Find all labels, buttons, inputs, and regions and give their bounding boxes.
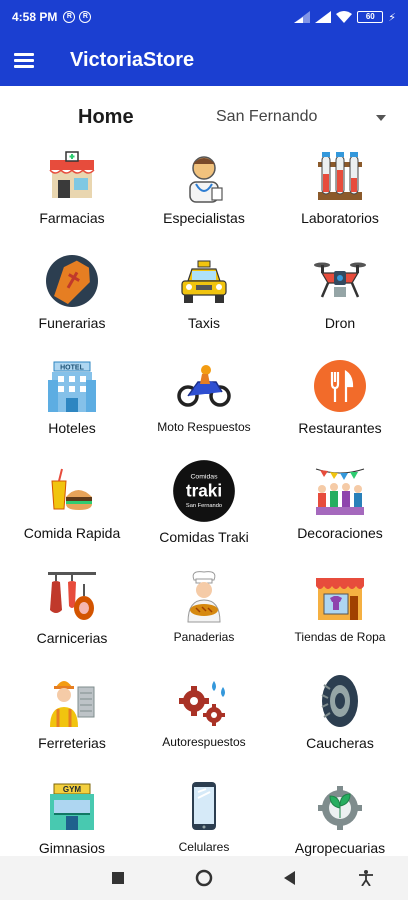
hotel-icon: HOTEL	[48, 361, 96, 412]
app-screen: 4:58 PM R R 60 ⚡ VictoriaStore Home San …	[0, 0, 408, 900]
test-tubes-icon	[318, 152, 362, 200]
wifi-icon	[336, 11, 353, 23]
status-bar: 4:58 PM R R 60 ⚡	[0, 0, 408, 34]
category-label: Comidas Traki	[159, 529, 249, 545]
notification-icon: R	[63, 11, 76, 23]
category-label: Hoteles	[48, 420, 96, 436]
category-tile-ferreterias[interactable]: Ferreterias	[4, 665, 140, 769]
category-label: Gimnasios	[38, 840, 106, 856]
category-tile-moto-respuestos[interactable]: Moto Respuestos	[136, 350, 272, 454]
menu-icon[interactable]	[14, 52, 34, 68]
category-label: Autorespuestos	[162, 735, 246, 749]
category-grid: Farmacias Especialistas Laboratorios Fun…	[0, 140, 408, 856]
category-label: Especialistas	[163, 210, 245, 226]
page-title: Home	[78, 106, 134, 128]
category-label: Decoraciones	[297, 525, 383, 541]
category-tile-decoraciones[interactable]: Decoraciones	[272, 455, 408, 559]
category-label: Agropecuarias	[294, 840, 386, 856]
traki-logo-top: Comidas	[190, 473, 218, 480]
charging-icon: ⚡	[388, 11, 396, 24]
traki-logo-bottom: San Fernando	[186, 503, 222, 509]
signal-icon	[315, 11, 332, 23]
restaurant-icon	[314, 360, 366, 412]
accessibility-button[interactable]	[356, 868, 376, 888]
category-tile-dron[interactable]: Dron	[272, 245, 408, 349]
category-label: Comida Rapida	[23, 525, 121, 541]
signal-icon	[294, 11, 311, 23]
doctor-icon	[189, 156, 223, 203]
home-button[interactable]	[194, 868, 214, 888]
city-dropdown[interactable]: San Fernando	[216, 108, 392, 134]
category-tile-carnicerias[interactable]: Carnicerias	[4, 560, 140, 664]
category-label: Ferreterias	[38, 735, 106, 751]
category-tile-restaurantes[interactable]: Restaurantes	[272, 350, 408, 454]
tire-icon	[321, 675, 358, 727]
category-tile-agropecuarias[interactable]: Agropecuarias	[272, 770, 408, 856]
gym-sign-text: GYM	[63, 785, 82, 794]
construction-worker-icon	[50, 681, 95, 727]
motorcycle-icon	[177, 365, 231, 407]
recent-apps-button[interactable]	[108, 868, 128, 888]
battery-level: 60	[365, 12, 375, 21]
city-dropdown-value: San Fernando	[216, 108, 318, 125]
gym-icon: GYM	[50, 783, 94, 830]
category-tile-funerarias[interactable]: Funerarias	[4, 245, 140, 349]
meat-icon	[48, 572, 96, 620]
category-tile-laboratorios[interactable]: Laboratorios	[272, 140, 408, 244]
category-tile-taxis[interactable]: Taxis	[136, 245, 272, 349]
category-label: Taxis	[188, 315, 220, 331]
category-tile-tiendas-de-ropa[interactable]: Tiendas de Ropa	[272, 560, 408, 664]
smartphone-icon	[192, 782, 216, 830]
traki-logo-text: traki	[186, 481, 222, 501]
notification-icon: R	[79, 11, 92, 23]
category-label: Panaderias	[173, 630, 235, 644]
category-tile-hoteles[interactable]: HOTEL Hoteles	[4, 350, 140, 454]
system-nav-bar	[0, 856, 408, 900]
category-tile-comidas-traki[interactable]: Comidas traki San Fernando Comidas Traki	[136, 455, 272, 559]
battery-icon: 60	[357, 11, 384, 23]
category-tile-panaderias[interactable]: Panaderias	[136, 560, 272, 664]
app-bar: VictoriaStore	[0, 34, 408, 86]
circle-icon	[195, 869, 213, 887]
drone-icon	[314, 262, 366, 298]
gears-icon	[179, 681, 225, 726]
category-label: Celulares	[178, 840, 230, 854]
page-header: Home San Fernando	[0, 100, 408, 140]
taxi-icon	[181, 260, 227, 303]
category-label: Laboratorios	[301, 210, 379, 226]
category-tile-comida-rapida[interactable]: Comida Rapida	[4, 455, 140, 559]
agro-gear-icon	[318, 786, 362, 830]
party-flags-icon	[315, 468, 365, 515]
category-tile-caucheras[interactable]: Caucheras	[272, 665, 408, 769]
chevron-down-icon	[376, 115, 386, 121]
accessibility-icon	[359, 870, 373, 886]
category-label: Farmacias	[39, 210, 105, 226]
category-label: Dron	[324, 315, 356, 331]
category-tile-gimnasios[interactable]: GYM Gimnasios	[4, 770, 140, 856]
category-label: Funerarias	[38, 315, 106, 331]
square-icon	[112, 872, 124, 884]
app-title: VictoriaStore	[70, 48, 195, 71]
category-label: Carnicerias	[36, 630, 108, 646]
coffin-icon	[46, 255, 98, 307]
hotel-sign-text: HOTEL	[60, 365, 84, 372]
pharmacy-icon	[49, 151, 95, 198]
category-label: Restaurantes	[298, 420, 382, 436]
category-label: Moto Respuestos	[157, 420, 251, 434]
triangle-icon	[284, 871, 295, 885]
fast-food-icon	[51, 468, 92, 510]
category-tile-celulares[interactable]: Celulares	[136, 770, 272, 856]
category-tile-autorespuestos[interactable]: Autorespuestos	[136, 665, 272, 769]
back-button[interactable]	[280, 868, 300, 888]
category-tile-farmacias[interactable]: Farmacias	[4, 140, 140, 244]
category-label: Tiendas de Ropa	[294, 630, 386, 644]
category-tile-especialistas[interactable]: Especialistas	[136, 140, 272, 244]
traki-logo-icon: Comidas traki San Fernando	[173, 460, 235, 522]
status-time: 4:58 PM	[12, 10, 58, 24]
category-label: Caucheras	[306, 735, 374, 751]
clothing-store-icon	[316, 578, 364, 620]
baker-icon	[187, 571, 221, 623]
